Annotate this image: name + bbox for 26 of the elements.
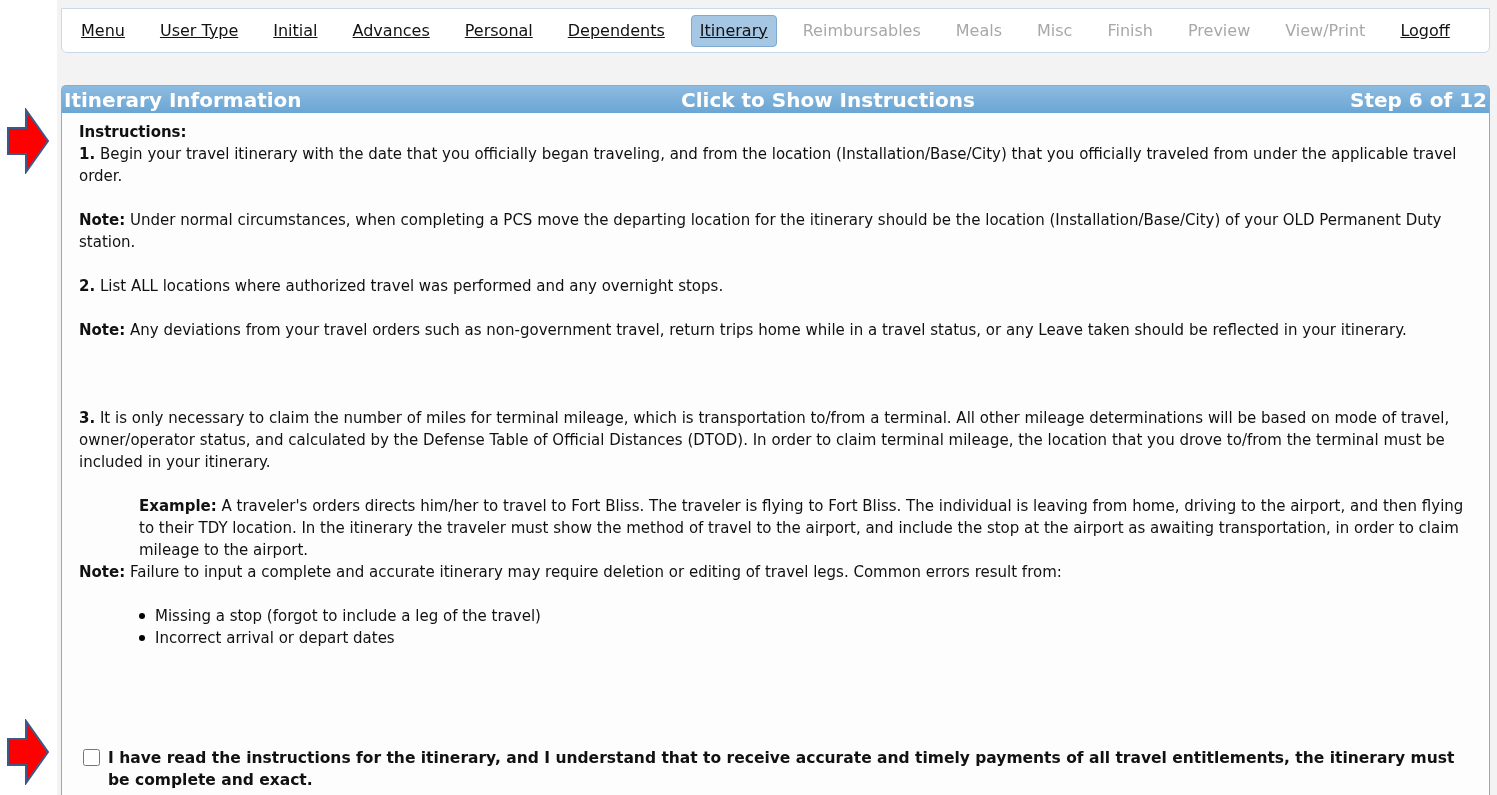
arrow-icon bbox=[6, 108, 50, 174]
acknowledge-checkbox[interactable] bbox=[83, 749, 100, 766]
nav-link[interactable]: Initial bbox=[264, 14, 327, 47]
list-item-text: Missing a stop (forgot to include a leg of the travel) bbox=[155, 606, 541, 627]
arrow-icon bbox=[6, 719, 50, 785]
nav-link[interactable]: Menu bbox=[72, 14, 134, 47]
instruction-text: 1. Begin your travel itinerary with the date that you officially began traveling, and from the location (Installation/Base/City) that you officially traveled from under the applicable travel order. bbox=[79, 144, 1458, 187]
step-indicator: Step 6 of 12 bbox=[1350, 86, 1487, 114]
bullet-icon bbox=[139, 613, 145, 619]
instruction-text: Note: Any deviations from your travel orders such as non-government travel, return trips home while in a travel status, or any Leave taken should be reflected in your itinerary. bbox=[79, 320, 1408, 341]
nav-link[interactable]: User Type bbox=[150, 14, 248, 47]
nav-link[interactable]: Personal bbox=[455, 14, 542, 47]
instructions-heading: Instructions: bbox=[79, 122, 188, 143]
example-text: Example: A traveler's orders directs him/her to travel to Fort Bliss. The traveler is flying to Fort Bliss. The individual is leaving from home, driving to the airport, and then flying to their TDY location. In the itinerary the traveler must show the method of travel to the airport, and include the stop at the airport as awaiting transportation, in order to claim mileage to the airport. bbox=[138, 496, 1465, 561]
nav-link[interactable]: Itinerary bbox=[690, 14, 777, 47]
bullet-icon bbox=[139, 635, 145, 641]
panel-title: Itinerary Information bbox=[64, 86, 303, 114]
list-item-text: Incorrect arrival or depart dates bbox=[155, 628, 395, 649]
instruction-text: 3. It is only necessary to claim the number of miles for terminal mileage, which is transportation to/from a terminal. All other mileage determinations will be based on mode of travel, owner/operator status, and calculated by the Defense Table of Official Distances (DTOD). In order to claim terminal mileage, the location that you drove to/from the terminal must be included in your itinerary. bbox=[79, 408, 1451, 473]
acknowledge-label: I have read the instructions for the itinerary, and I understand that to receive accurate and timely payments of all travel entitlements, the itinerary must be complete and exact. bbox=[108, 748, 1456, 791]
nav-link[interactable]: Advances bbox=[343, 14, 439, 47]
nav-link[interactable]: Logoff bbox=[1391, 14, 1459, 47]
instruction-text: 2. List ALL locations where authorized travel was performed and any overnight stops. bbox=[79, 276, 725, 297]
nav-link[interactable]: Dependents bbox=[558, 14, 674, 47]
instruction-text: Note: Under normal circumstances, when completing a PCS move the departing location for the itinerary should be the location (Installation/Base/City) of your OLD Permanent Duty station. bbox=[79, 210, 1443, 253]
note-text: Note: Failure to input a complete and accurate itinerary may require deletion or editing of travel legs. Common errors result from: bbox=[79, 562, 1063, 583]
